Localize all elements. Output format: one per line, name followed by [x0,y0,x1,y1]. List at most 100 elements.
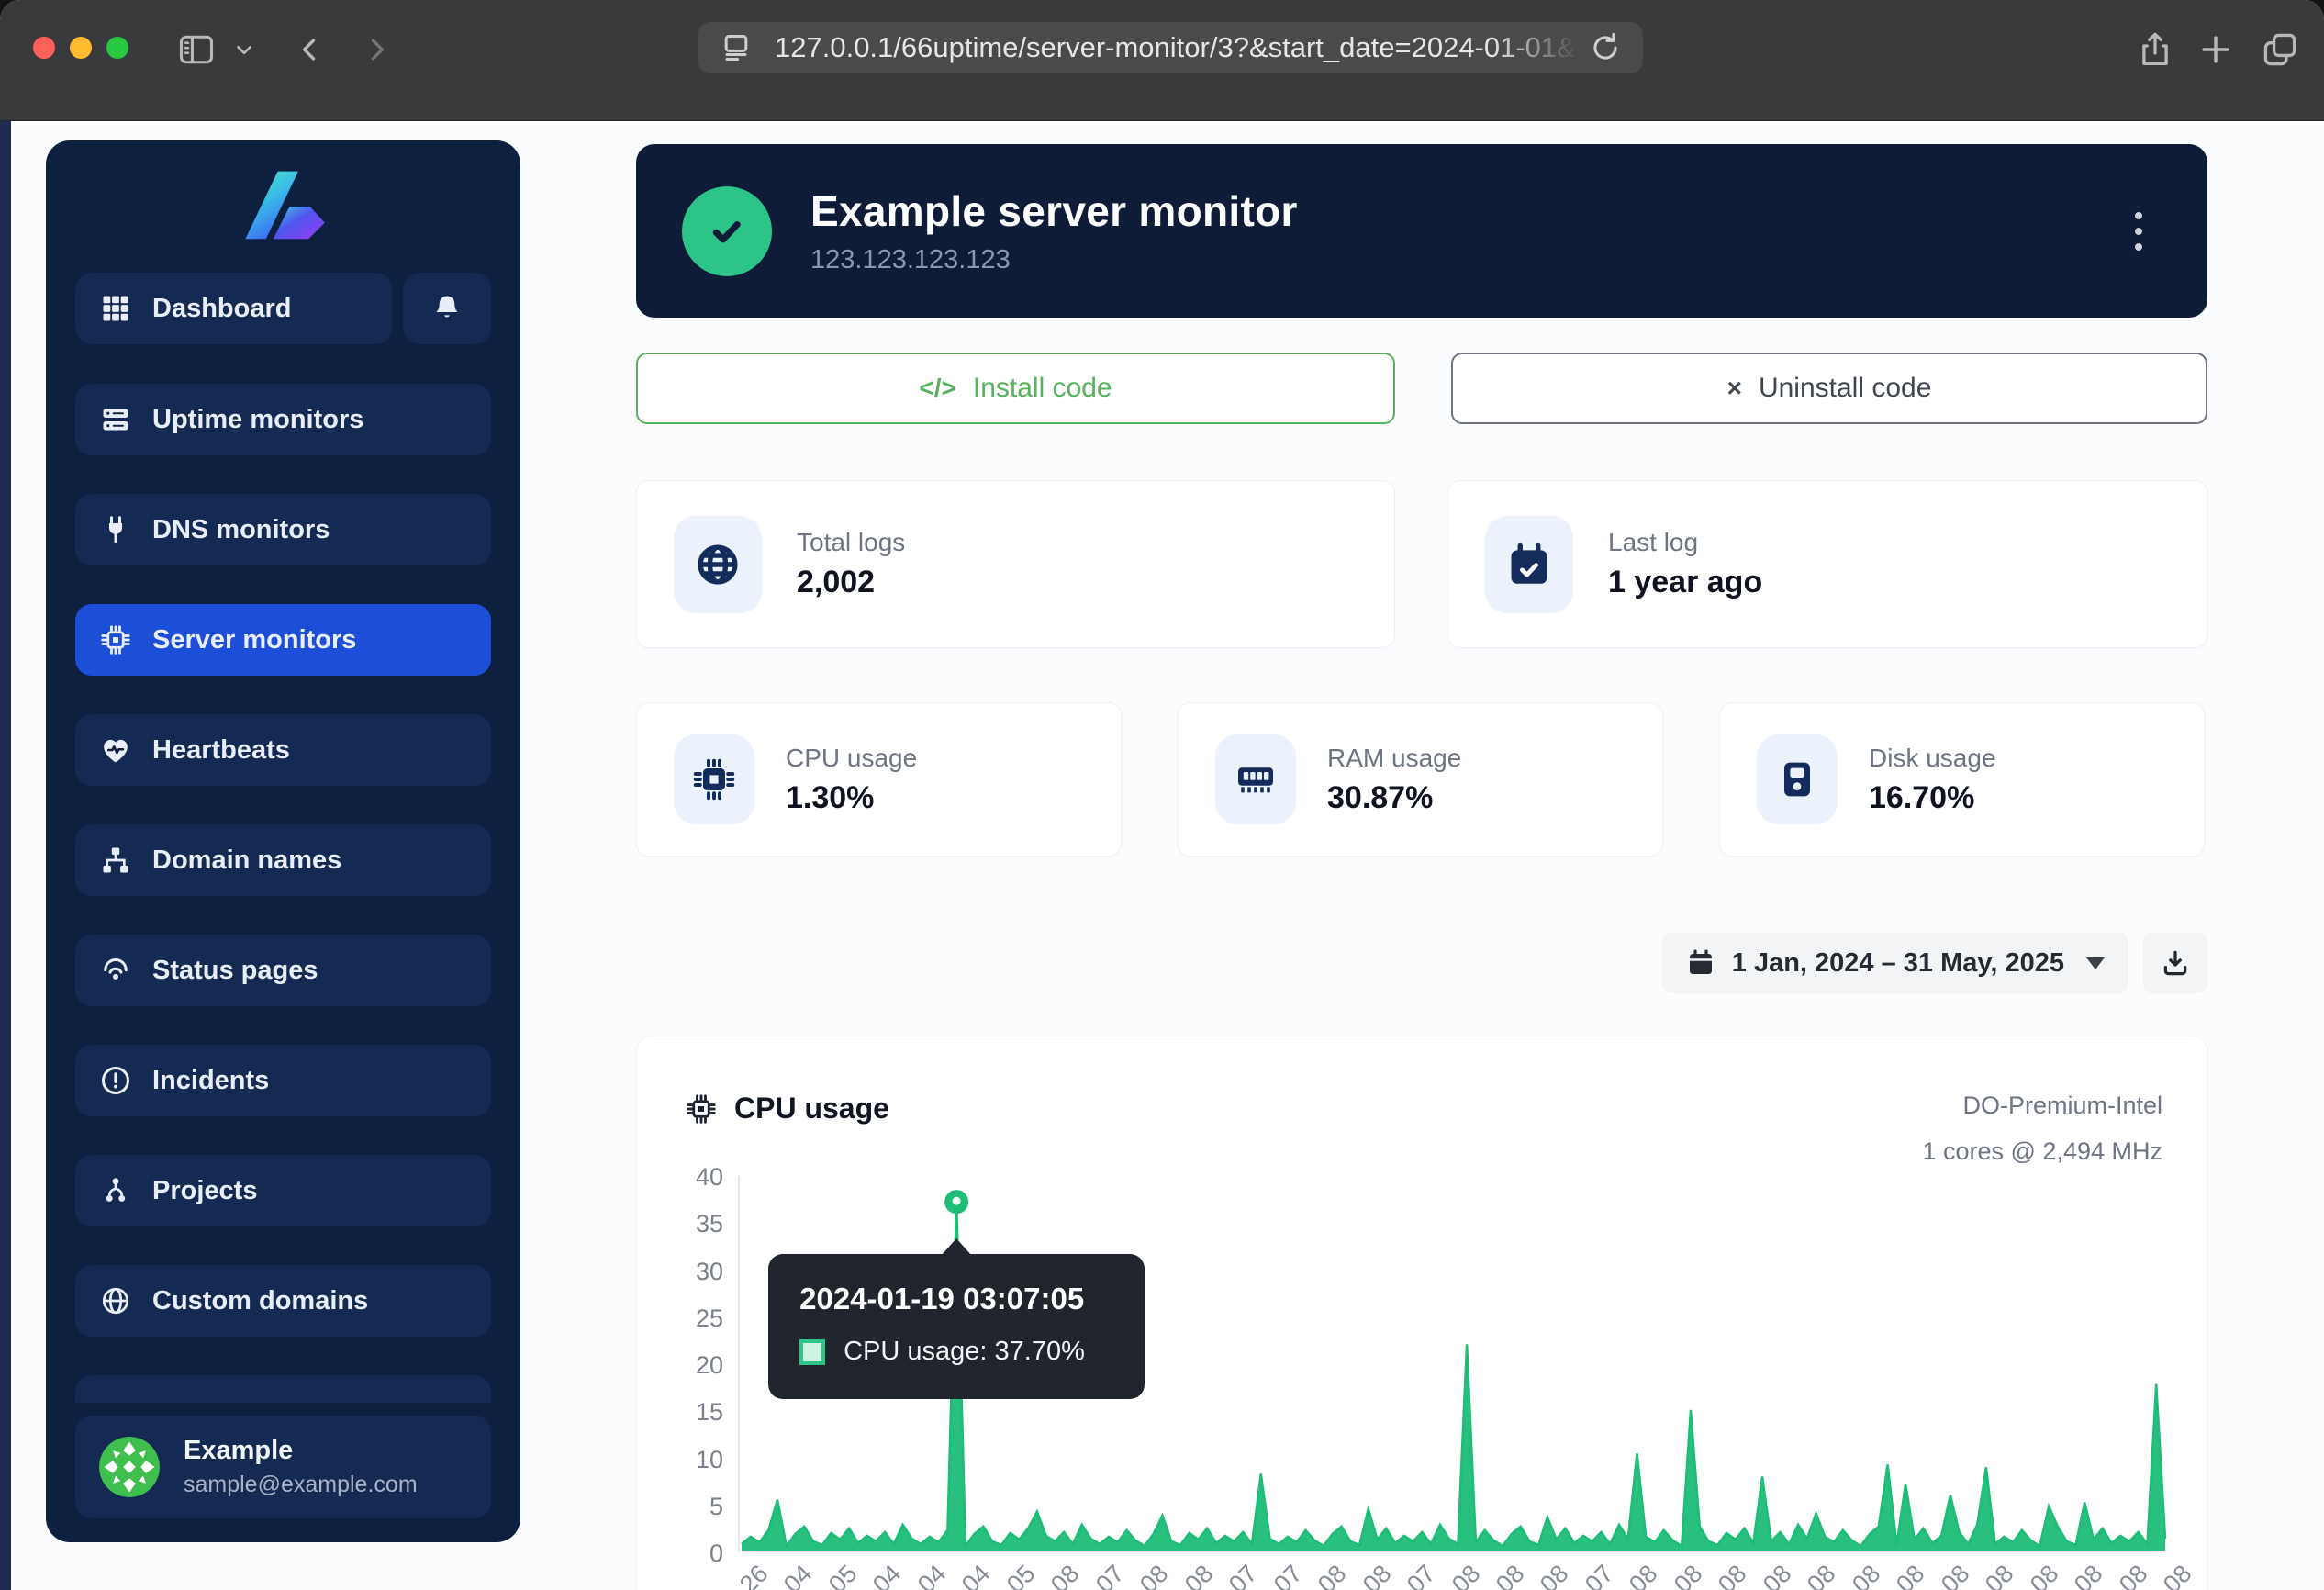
stat-label: RAM usage [1327,744,1461,773]
zoom-window-button[interactable] [106,37,128,59]
x-tick-label: 07 [1580,1560,1619,1590]
x-tick-label: 04 [956,1560,996,1590]
forward-button[interactable] [352,26,400,73]
download-button[interactable] [2143,933,2207,993]
sidebar-item-dashboard[interactable]: Dashboard [75,273,392,344]
chip-icon [99,623,132,656]
globe-icon [99,1284,132,1317]
chevron-down-icon[interactable] [228,26,261,73]
kebab-menu-icon[interactable] [2116,212,2162,251]
tooltip-arrow [942,1238,971,1255]
app-logo[interactable] [75,140,491,273]
share-icon[interactable] [2131,26,2179,73]
y-tick-label: 0 [637,1540,723,1568]
caret-down-icon [2086,957,2105,969]
sidebar-item-custom-domains[interactable]: Custom domains [75,1265,491,1337]
server-icon [99,403,132,436]
x-tick-label: 07 [1223,1560,1263,1590]
browser-toolbar: 127.0.0.1/66uptime/server-monitor/3?&sta… [0,0,2324,121]
uninstall-code-button[interactable]: × Uninstall code [1451,353,2207,424]
sidebar-item-uptime-monitors[interactable]: Uptime monitors [75,384,491,455]
stat-card-cpu-usage: CPU usage1.30% [636,702,1122,857]
close-window-button[interactable] [33,37,55,59]
usage-row: CPU usage1.30% RAM usage 30.87% Disk usage1… [636,702,2207,857]
dashboard-grid-icon [99,292,132,325]
tooltip-date: 2024-01-19 03:07:05 [799,1282,1113,1316]
sidebar-item-label: DNS monitors [152,515,330,545]
sidebar: Dashboard Uptime monitors DNS monitors Ser… [46,140,520,1542]
user-name: Example [184,1436,418,1466]
x-tick-label: 04 [867,1560,907,1590]
x-tick-label: 08 [1535,1560,1574,1590]
x-tick-label: 05 [1001,1560,1041,1590]
minimize-window-button[interactable] [70,37,92,59]
calendar-f-icon [1505,541,1553,588]
stat-value: 30.87% [1327,780,1461,816]
stat-value: 2,002 [797,565,905,600]
sidebar-item-label: Domain names [152,845,341,876]
stat-icon-tile [674,516,762,613]
y-tick-label: 5 [637,1493,723,1521]
new-tab-icon[interactable] [2192,26,2240,73]
sidebar-nav: Uptime monitors DNS monitors Server monito… [75,384,491,1337]
x-tick-label: 08 [1802,1560,1841,1590]
user-email: sample@example.com [184,1472,418,1498]
stat-label: Total logs [797,528,905,557]
address-bar[interactable]: 127.0.0.1/66uptime/server-monitor/3?&sta… [698,22,1643,73]
sidebar-item-server-monitors[interactable]: Server monitors [75,604,491,676]
x-tick-label: 08 [1045,1560,1085,1590]
sidebar-item-status-pages[interactable]: Status pages [75,935,491,1006]
sidebar-item-domain-names[interactable]: Domain names [75,824,491,896]
status-ok-icon [682,186,772,276]
server-name: DO-Premium-Intel [1922,1082,2162,1128]
date-range-picker[interactable]: 1 Jan, 2024 – 31 May, 2025 [1662,933,2128,993]
x-tick-label: 07 [1268,1560,1308,1590]
sidebar-item-label: Dashboard [152,294,291,324]
date-range-label: 1 Jan, 2024 – 31 May, 2025 [1732,948,2064,979]
stat-label: Disk usage [1869,744,1996,773]
x-icon: × [1727,374,1742,403]
y-tick-label: 10 [637,1446,723,1474]
x-tick-label: 08 [1758,1560,1797,1590]
monitor-ip: 123.123.123.123 [810,245,2116,275]
y-tick-label: 20 [637,1351,723,1380]
ram-f-icon [1234,757,1278,801]
x-tick-label: 08 [1669,1560,1708,1590]
tooltip-value: CPU usage: 37.70% [844,1337,1085,1367]
back-button[interactable] [286,26,334,73]
y-axis-line [738,1176,740,1552]
sidebar-item-clipped[interactable] [75,1375,491,1403]
x-tick-label: 08 [1713,1560,1752,1590]
x-tick-label: 08 [1891,1560,1930,1590]
cpu-usage-chart-card: CPU usage DO-Premium-Intel 1 cores @ 2,4… [636,1036,2207,1590]
notifications-button[interactable] [403,273,491,344]
sidebar-item-heartbeats[interactable]: Heartbeats [75,714,491,786]
reload-icon[interactable] [1588,30,1623,65]
sidebar-item-dns-monitors[interactable]: DNS monitors [75,494,491,565]
signal-icon [99,954,132,987]
chip-f-icon [692,757,736,801]
user-profile[interactable]: Example sample@example.com [75,1416,491,1518]
stat-icon-tile [1215,734,1296,824]
sidebar-item-projects[interactable]: Projects [75,1155,491,1226]
y-tick-label: 15 [637,1398,723,1427]
x-tick-label: 08 [1358,1560,1397,1590]
code-icon: </> [919,374,955,403]
server-spec: 1 cores @ 2,494 MHz [1922,1128,2162,1174]
sidebar-item-label: Projects [152,1176,257,1206]
sidebar-toggle-icon[interactable] [173,26,220,73]
calendar-icon [1686,948,1715,978]
x-tick-label: 08 [2069,1560,2108,1590]
window-controls [33,37,128,59]
x-tick-label: 08 [1491,1560,1530,1590]
stat-card-disk-usage: Disk usage16.70% [1719,702,2205,857]
sidebar-item-incidents[interactable]: Incidents [75,1045,491,1116]
stat-icon-tile [1757,734,1838,824]
tab-overview-icon[interactable] [2256,26,2304,73]
install-code-button[interactable]: </> Install code [636,353,1395,424]
nodes-icon [99,1174,132,1207]
x-tick-label: 08 [2114,1560,2153,1590]
stat-label: Last log [1608,528,1762,557]
y-tick-label: 30 [637,1258,723,1286]
stat-value: 1 year ago [1608,565,1762,600]
